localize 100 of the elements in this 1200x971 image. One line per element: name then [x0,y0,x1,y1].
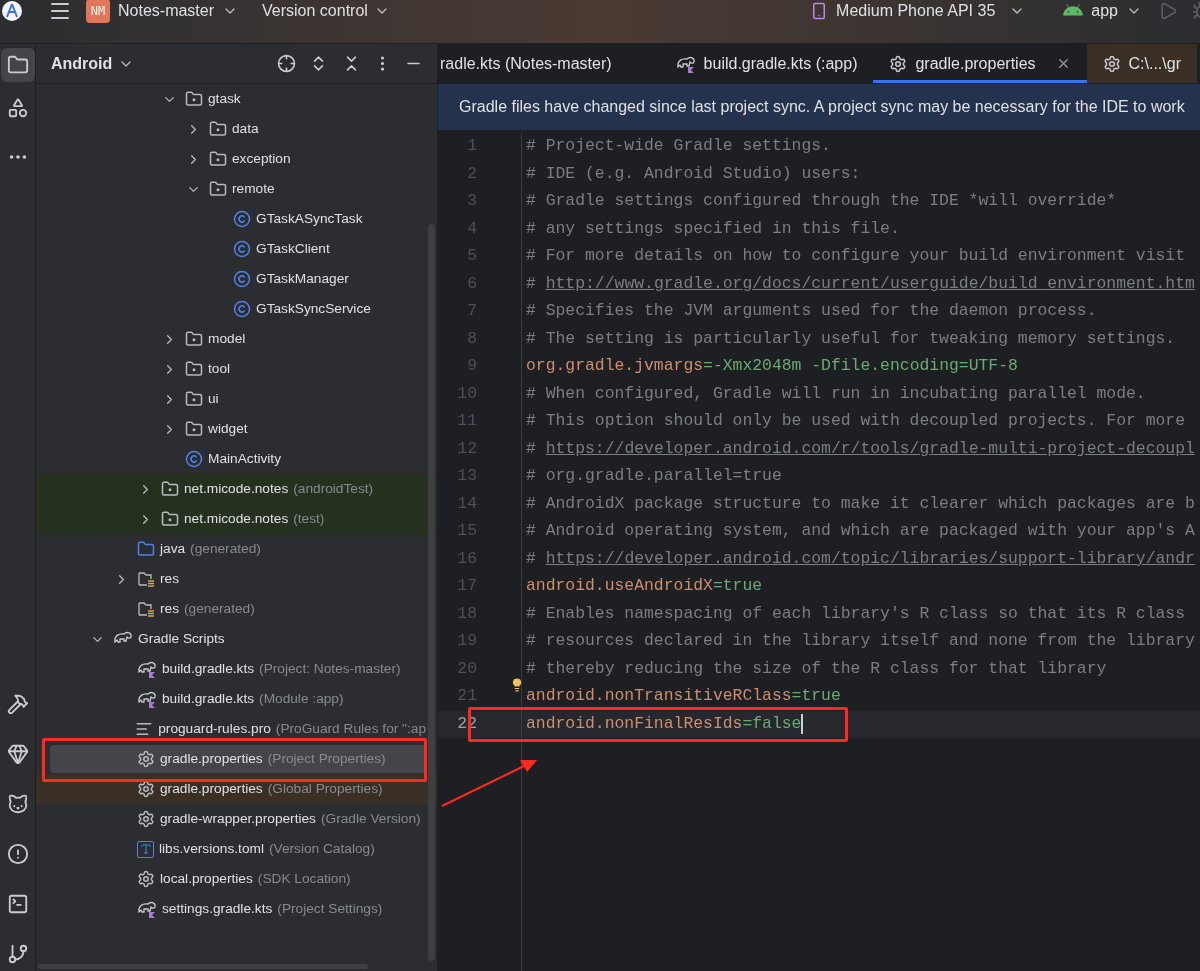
code-comment: # thereby reducing the size of the R class for that library [526,657,1107,680]
tree-item-label: gradle.properties [160,779,263,798]
run-config-selector[interactable]: app [1063,0,1142,23]
equals-sign: = [712,575,723,598]
tree-item[interactable]: GTaskASyncTask [50,205,426,233]
code-comment: # The setting is particularly useful for tweaking memory settings. [526,327,1176,350]
tree-item-label: Gradle Scripts [138,629,225,648]
code-comment: # For more details on how to configure your build environment visit [526,245,1185,268]
code-link[interactable]: https://developer.android.com/topic/libraries/support-library/andr [545,546,1195,572]
editor-tab[interactable]: build.gradle.kts (:app) [659,44,874,83]
tree-item[interactable]: libs.versions.toml (Version Catalog) [50,835,426,863]
tree-item-note: (Global Properties) [267,779,383,798]
tree-item[interactable]: gradle-wrapper.properties (Gradle Version) [50,805,426,833]
code-comment: # Gradle settings configured through the IDE *will override* [526,190,1117,213]
code-comment: # IDE (e.g. Android Studio) users: [526,162,861,185]
tree-item-note: (generated) [184,599,255,618]
equals-sign: = [703,355,713,378]
tree-item-note: (Module :app) [259,689,344,708]
tree-item-label: net.micode.notes [184,509,289,528]
run-config-name: app [1091,0,1118,21]
tree-item-label: GTaskASyncTask [256,209,363,228]
project-selector[interactable]: NM Notes-master [86,0,239,23]
tree-item[interactable]: res (generated) [50,595,426,623]
view-selector[interactable]: Android [51,51,135,76]
property-value: true [722,575,763,598]
tree-item-label: gtask [208,89,241,108]
tree-item-note: (Project: Notes-master) [259,659,401,678]
tree-item[interactable]: local.properties (SDK Location) [50,865,426,893]
tree-item[interactable]: GTaskManager [50,265,426,293]
tree-item[interactable]: build.gradle.kts (Module :app) [50,685,426,713]
tree-item[interactable]: gradle.properties (Project Properties) [50,745,426,773]
tree-item[interactable]: GTaskClient [50,235,426,263]
sync-banner: Gradle files have changed since last project sync. A project sync may be necessary for the IDE to work [438,84,1200,130]
tree-item-label: build.gradle.kts [162,659,255,678]
property-key: android.nonTransitiveRClass [526,684,792,710]
code-comment: # This option should only be used with decoupled projects. For more [526,410,1185,433]
tree-item-note: (generated) [190,539,261,558]
tree-item-note: (SDK Location) [257,869,351,888]
tree-item[interactable]: net.micode.notes (androidTest) [50,475,426,503]
code-comment: # any settings specified in this file. [526,217,900,240]
tree-item[interactable]: ui [50,385,426,413]
tree-item[interactable]: settings.gradle.kts (Project Settings) [50,895,426,923]
device-name: Medium Phone API 35 [836,0,996,21]
tree-item[interactable]: proguard-rules.pro (ProGuard Rules for ":ap [50,715,426,743]
device-selector[interactable]: Medium Phone API 35 [810,0,1026,23]
tree-item-label: tool [208,359,231,378]
tree-item[interactable]: widget [50,415,426,443]
tree-item[interactable]: res [50,565,426,593]
property-key: android.useAndroidX [526,574,713,600]
tree-item[interactable]: java (generated) [50,535,426,563]
tree-item[interactable]: remote [50,175,426,203]
tree-item[interactable]: data [50,115,426,143]
tree-item-label: model [208,329,246,348]
property-value: false [752,712,802,735]
tree-item-note: (androidTest) [293,479,374,498]
project-name: Notes-master [118,0,215,21]
tree-item-note: (ProGuard Rules for ":ap [275,719,426,738]
tree-item-label: GTaskManager [256,269,349,288]
tree-item[interactable]: tool [50,355,426,383]
tree-item-label: GTaskSyncService [256,299,371,318]
code-comment: # resources declared in the library itself and none from the library [526,630,1195,653]
tree-item[interactable]: MainActivity [50,445,426,473]
tree-item-label: data [232,119,259,138]
equals-sign: = [742,712,753,735]
code-comment: # [526,547,537,570]
tree-item-label: net.micode.notes [184,479,289,498]
tree-item-label: exception [232,149,291,168]
editor-tab[interactable]: radle.kts (Notes-master) [438,44,660,83]
tree-item-label: widget [208,419,248,438]
code-link[interactable]: https://developer.android.com/r/tools/gradle-multi-project-decoupl [545,436,1195,462]
tree-item[interactable]: gtask [50,85,426,113]
tree-item-label: gradle.properties [160,749,263,768]
code-comment: # Enables namespacing of each library's R class so that its R class [526,602,1185,625]
tree-item-note: (Version Catalog) [268,839,375,858]
code-comment: # [526,272,537,295]
tree-item-label: ui [208,389,219,408]
tree-item[interactable]: net.micode.notes (test) [50,505,426,533]
vcs-menu[interactable]: Version control [262,0,390,23]
code-comment: # AndroidX package structure to make it clearer which packages are b [526,492,1195,515]
tree-item-label: build.gradle.kts [162,689,255,708]
tree-item-label: java [160,539,186,558]
tree-item[interactable]: exception [50,145,426,173]
tree-item-note: (Project Settings) [277,899,383,918]
editor-tab[interactable]: C:\...\gr [1086,44,1197,83]
code-comment: # org.gradle.parallel=true [526,465,782,488]
tree-item-label: res [160,599,179,618]
tree-item[interactable]: Gradle Scripts [50,625,426,653]
code-comment: # Android operating system, and which are packaged with your app's A [526,520,1195,543]
tree-item-label: libs.versions.toml [159,839,264,858]
project-badge: NM [86,0,110,23]
tree-item[interactable]: gradle.properties (Global Properties) [50,775,426,803]
tree-item-note: (Gradle Version) [320,809,421,828]
tree-item[interactable]: build.gradle.kts (Project: Notes-master) [50,655,426,683]
tree-item-label: remote [232,179,275,198]
tree-item-label: proguard-rules.pro [158,719,271,738]
tree-item[interactable]: model [50,325,426,353]
tree-item[interactable]: GTaskSyncService [50,295,426,323]
tree-item-label: MainActivity [208,449,281,468]
property-value: -Xmx2048m -Dfile.encoding=UTF-8 [712,355,1018,378]
code-link[interactable]: http://www.gradle.org/docs/current/userguide/build_environment.htm [545,271,1195,297]
